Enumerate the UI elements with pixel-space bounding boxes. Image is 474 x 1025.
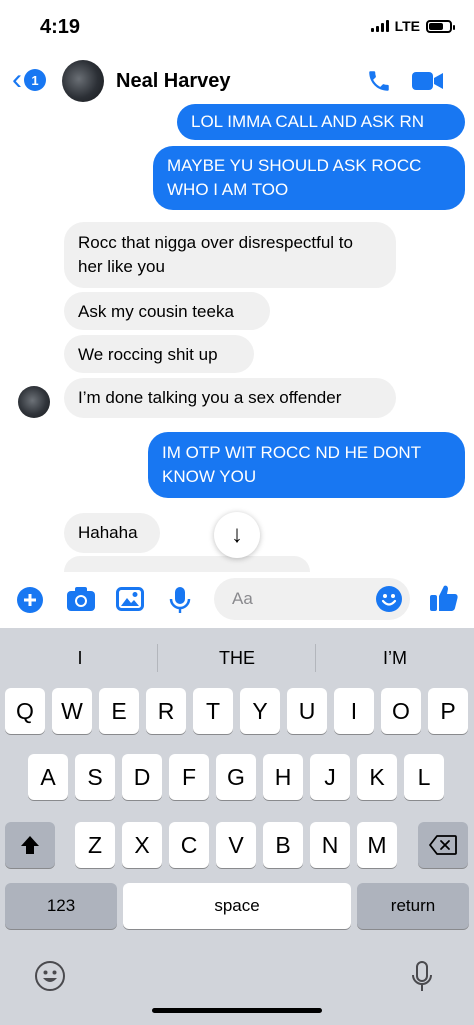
- key-y[interactable]: Y: [240, 688, 280, 734]
- key-g[interactable]: G: [216, 754, 256, 800]
- microphone-icon: [412, 961, 432, 991]
- shift-arrow-icon: [21, 836, 39, 854]
- gallery-button[interactable]: [116, 586, 144, 617]
- key-c[interactable]: C: [169, 822, 209, 868]
- network-type: LTE: [394, 18, 420, 34]
- phone-call-button[interactable]: [366, 68, 392, 99]
- message-bubble-partial: [64, 556, 310, 572]
- video-camera-icon: [412, 72, 443, 90]
- status-indicators: LTE: [370, 18, 455, 34]
- key-e[interactable]: E: [99, 688, 139, 734]
- backspace-icon: [429, 835, 457, 855]
- key-b[interactable]: B: [263, 822, 303, 868]
- key-d[interactable]: D: [122, 754, 162, 800]
- back-button[interactable]: ‹ 1: [12, 63, 46, 96]
- emoji-icon: [376, 586, 402, 612]
- key-r[interactable]: R: [146, 688, 186, 734]
- conversation-header: ‹ 1 Neal Harvey: [0, 52, 474, 108]
- keyboard: I THE I’M QWERTYUIOP ASDFGHJKL ZXCVBNM 1…: [0, 628, 474, 1025]
- message-bubble-outgoing[interactable]: IM OTP WIT ROCC ND HE DONT KNOW YOU: [148, 432, 465, 498]
- scroll-to-bottom-button[interactable]: ↓: [214, 512, 260, 558]
- compose-bar: Aa: [0, 572, 474, 628]
- emoji-button[interactable]: [375, 585, 403, 618]
- key-u[interactable]: U: [287, 688, 327, 734]
- home-indicator: [152, 1008, 322, 1013]
- return-key[interactable]: return: [357, 883, 469, 929]
- key-q[interactable]: Q: [5, 688, 45, 734]
- key-v[interactable]: V: [216, 822, 256, 868]
- microphone-icon: [169, 587, 191, 613]
- key-m[interactable]: M: [357, 822, 397, 868]
- battery-icon: [426, 19, 455, 33]
- message-bubble-outgoing[interactable]: MAYBE YU SHOULD ASK ROCC WHO I AM TOO: [153, 146, 465, 210]
- arrow-down-icon: ↓: [231, 521, 243, 548]
- suggestion-divider: [157, 644, 158, 672]
- key-t[interactable]: T: [193, 688, 233, 734]
- message-bubble-incoming[interactable]: I’m done talking you a sex offender: [64, 378, 396, 418]
- phone-icon: [369, 71, 389, 91]
- plus-button[interactable]: [16, 586, 44, 619]
- suggestion-divider: [315, 644, 316, 672]
- emoji-keyboard-button[interactable]: [34, 960, 66, 997]
- key-k[interactable]: K: [357, 754, 397, 800]
- space-key[interactable]: space: [123, 883, 351, 929]
- like-button[interactable]: [428, 582, 460, 619]
- delete-key[interactable]: [418, 822, 468, 868]
- dictation-button[interactable]: [410, 960, 434, 999]
- emoji-icon: [35, 961, 65, 991]
- message-bubble-incoming[interactable]: Rocc that nigga over disrespectful to he…: [64, 222, 396, 288]
- plus-icon: [17, 587, 43, 613]
- numbers-key[interactable]: 123: [5, 883, 117, 929]
- key-x[interactable]: X: [122, 822, 162, 868]
- voice-message-button[interactable]: [168, 586, 192, 619]
- message-bubble-incoming[interactable]: Hahaha: [64, 513, 160, 553]
- key-z[interactable]: Z: [75, 822, 115, 868]
- key-a[interactable]: A: [28, 754, 68, 800]
- camera-button[interactable]: [66, 586, 96, 617]
- key-l[interactable]: L: [404, 754, 444, 800]
- camera-icon: [67, 587, 95, 611]
- message-bubble-incoming[interactable]: We roccing shit up: [64, 335, 254, 373]
- suggestion-1[interactable]: I: [2, 648, 158, 669]
- contact-name[interactable]: Neal Harvey: [116, 70, 231, 93]
- image-icon: [116, 587, 144, 611]
- key-n[interactable]: N: [310, 822, 350, 868]
- contact-avatar[interactable]: [62, 60, 104, 102]
- message-bubble-outgoing[interactable]: LOL IMMA CALL AND ASK RN: [177, 104, 465, 140]
- message-bubble-incoming[interactable]: Ask my cousin teeka: [64, 292, 270, 330]
- key-s[interactable]: S: [75, 754, 115, 800]
- key-w[interactable]: W: [52, 688, 92, 734]
- key-p[interactable]: P: [428, 688, 468, 734]
- cellular-signal-icon: [370, 20, 389, 32]
- chevron-left-icon: ‹: [12, 63, 22, 96]
- shift-key[interactable]: [5, 822, 55, 868]
- thumbs-up-icon: [430, 585, 458, 611]
- unread-badge: 1: [24, 69, 46, 91]
- sender-avatar: [18, 386, 50, 418]
- key-i[interactable]: I: [334, 688, 374, 734]
- key-h[interactable]: H: [263, 754, 303, 800]
- video-call-button[interactable]: [412, 70, 444, 97]
- status-time: 4:19: [40, 16, 81, 38]
- key-f[interactable]: F: [169, 754, 209, 800]
- key-o[interactable]: O: [381, 688, 421, 734]
- suggestion-2[interactable]: THE: [159, 648, 315, 669]
- key-j[interactable]: J: [310, 754, 350, 800]
- suggestion-3[interactable]: I’M: [317, 648, 473, 669]
